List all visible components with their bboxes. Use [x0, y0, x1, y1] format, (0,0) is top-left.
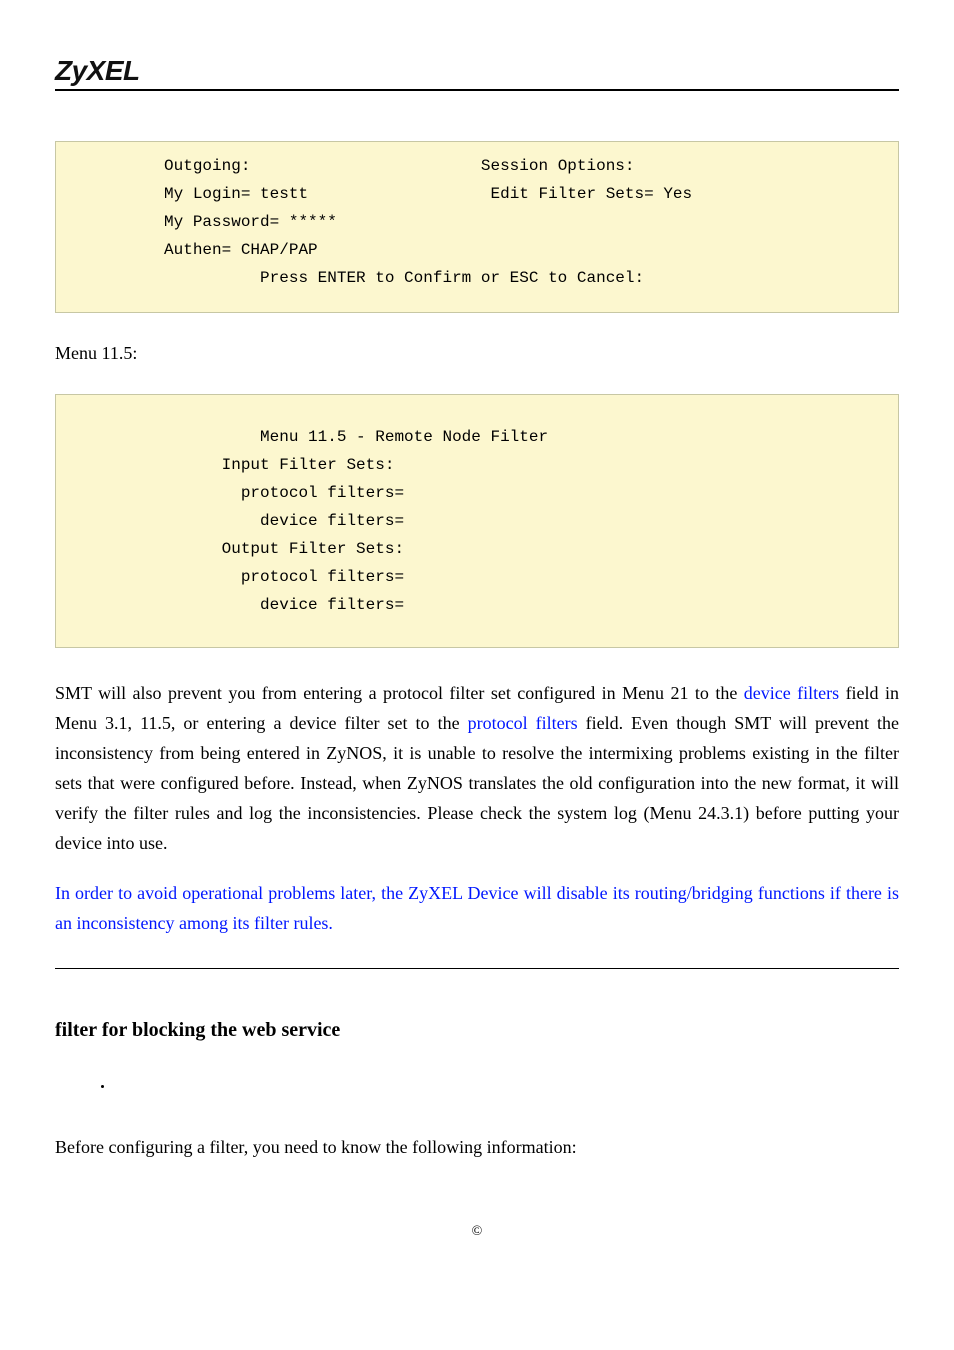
code-text: Authen= CHAP/PAP	[164, 241, 318, 259]
brand-rule	[55, 89, 899, 91]
code-text: Edit Filter Sets= Yes	[490, 185, 692, 203]
code-text: My Password= *****	[164, 213, 337, 231]
document-page: ZyXEL Outgoing: Session Options: My Logi…	[0, 0, 954, 1350]
code-text: Outgoing:	[164, 157, 250, 175]
section-title-filter-blocking: filter for blocking the web service	[55, 1019, 899, 1042]
text-run: field. Even though SMT will prevent the …	[55, 713, 899, 853]
code-text: device filters=	[260, 512, 404, 530]
paragraph-smt: SMT will also prevent you from entering …	[55, 678, 899, 858]
code-text: Press ENTER to Confirm or ESC to Cancel:	[260, 269, 644, 287]
term-device-filters: device filters	[744, 683, 839, 703]
term-protocol-filters: protocol filters	[468, 713, 578, 733]
footer-copyright: ©	[0, 1224, 954, 1240]
text-run: SMT will also prevent you from entering …	[55, 683, 744, 703]
code-text: device filters=	[260, 596, 404, 614]
code-text: Output Filter Sets:	[222, 540, 404, 558]
bullet-item-empty	[113, 1082, 899, 1092]
brand-logo: ZyXEL	[55, 55, 899, 87]
caption-menu-11-5: Menu 11.5:	[55, 343, 899, 364]
paragraph-warning: In order to avoid operational problems l…	[55, 878, 899, 938]
code-text: Input Filter Sets:	[222, 456, 395, 474]
code-text: protocol filters=	[241, 484, 404, 502]
section-rule	[55, 968, 899, 969]
paragraph-before-config: Before configuring a filter, you need to…	[55, 1132, 899, 1162]
code-text: Menu 11.5 - Remote Node Filter	[260, 428, 548, 446]
code-text: My Login= testt	[164, 185, 308, 203]
code-text: Session Options:	[481, 157, 635, 175]
code-box-remote-node-filter: Menu 11.5 - Remote Node Filter Input Fil…	[55, 394, 899, 648]
bullet-list	[55, 1082, 899, 1092]
code-box-outgoing: Outgoing: Session Options: My Login= tes…	[55, 141, 899, 313]
code-text: protocol filters=	[241, 568, 404, 586]
